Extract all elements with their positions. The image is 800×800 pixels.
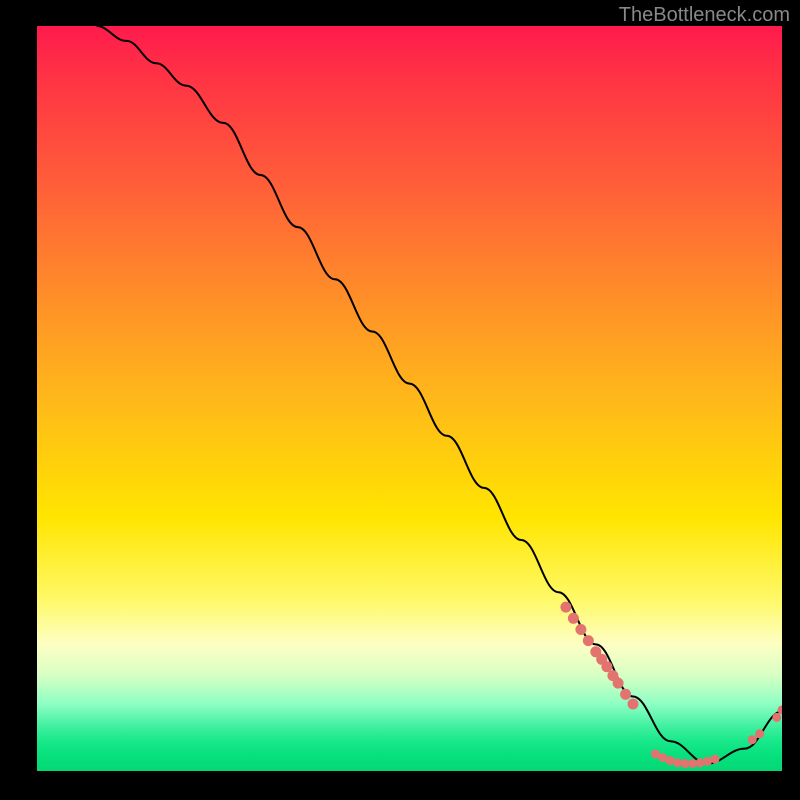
watermark-text: TheBottleneck.com	[619, 4, 790, 27]
data-point	[711, 755, 720, 764]
data-point	[628, 699, 639, 710]
plot-area	[37, 26, 782, 771]
bottleneck-curve	[97, 26, 782, 764]
data-point	[583, 635, 594, 646]
data-point	[748, 735, 757, 744]
data-point	[755, 729, 764, 738]
data-point	[575, 624, 586, 635]
data-point	[613, 678, 624, 689]
data-markers	[560, 602, 782, 768]
data-point	[696, 758, 705, 767]
chart-container: TheBottleneck.com	[0, 0, 800, 800]
data-point	[560, 602, 571, 613]
data-point	[620, 689, 631, 700]
data-point	[772, 713, 781, 722]
data-point	[568, 613, 579, 624]
chart-svg	[37, 26, 782, 771]
